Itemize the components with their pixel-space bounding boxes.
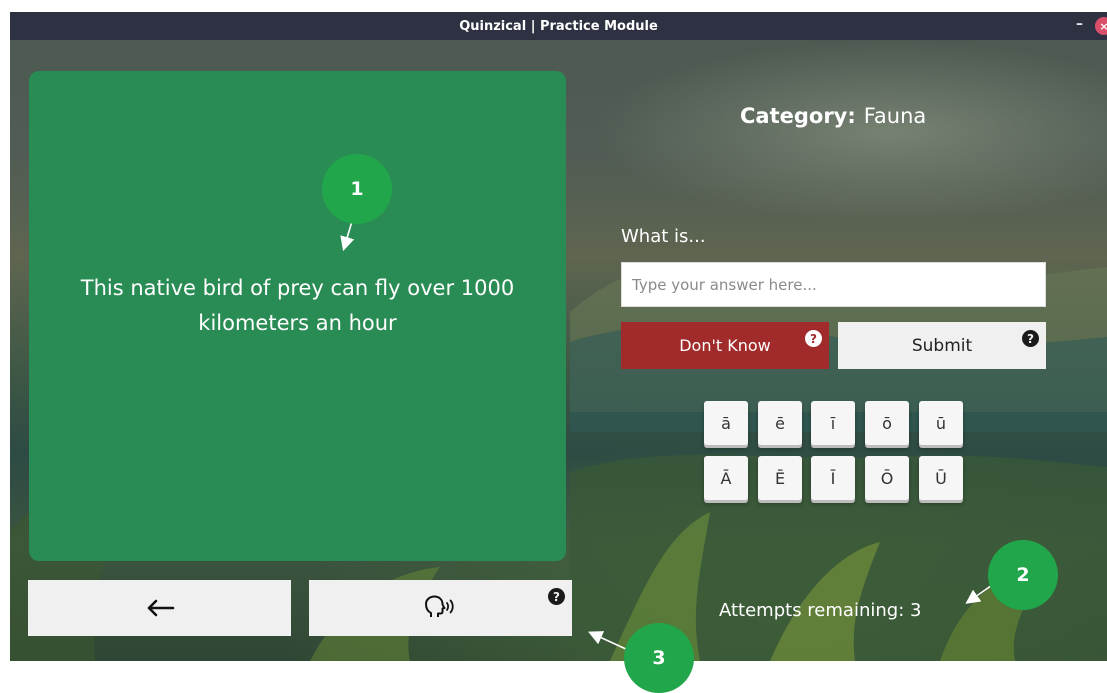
macron-key-i[interactable]: ī <box>811 401 855 445</box>
macron-key-upper-i[interactable]: Ī <box>811 456 855 500</box>
category-value: Fauna <box>863 104 927 128</box>
macron-key-o[interactable]: ō <box>865 401 909 445</box>
submit-help-icon[interactable]: ? <box>1022 330 1039 347</box>
category-display: Category: Fauna <box>630 104 1107 128</box>
app-window: Quinzical | Practice Module – × This nat… <box>10 12 1107 661</box>
question-text: This native bird of prey can fly over 10… <box>80 276 515 335</box>
dont-know-label: Don't Know <box>679 336 771 355</box>
left-arrow-icon <box>147 599 174 617</box>
back-button[interactable] <box>28 580 291 636</box>
submit-label: Submit <box>911 335 973 356</box>
dont-know-help-icon[interactable]: ? <box>805 330 822 347</box>
close-button[interactable]: × <box>1095 17 1107 35</box>
macron-key-a[interactable]: ā <box>704 401 748 445</box>
macron-key-u[interactable]: ū <box>919 401 963 445</box>
window-title: Quinzical | Practice Module <box>459 18 658 34</box>
minimize-button[interactable]: – <box>1076 16 1083 32</box>
replay-audio-button[interactable] <box>309 580 572 636</box>
macron-key-upper-a[interactable]: Ā <box>704 456 748 500</box>
macron-key-upper-u[interactable]: Ū <box>919 456 963 500</box>
dont-know-button[interactable]: Don't Know <box>621 322 829 369</box>
macron-key-upper-e[interactable]: Ē <box>758 456 802 500</box>
annotation-badge-1: 1 <box>322 154 392 224</box>
answer-input[interactable] <box>621 262 1046 307</box>
macron-key-e[interactable]: ē <box>758 401 802 445</box>
attempts-remaining: Attempts remaining: 3 <box>719 600 922 621</box>
annotation-badge-3: 3 <box>624 623 694 693</box>
speaking-head-icon <box>424 595 454 617</box>
answer-prompt: What is... <box>621 226 706 247</box>
question-card: This native bird of prey can fly over 10… <box>29 71 566 561</box>
annotation-badge-2: 2 <box>988 540 1058 610</box>
replay-help-icon[interactable]: ? <box>548 588 565 605</box>
macron-key-upper-o[interactable]: Ō <box>865 456 909 500</box>
title-bar: Quinzical | Practice Module – × <box>10 12 1107 40</box>
category-label: Category: <box>740 104 856 128</box>
submit-button[interactable]: Submit <box>838 322 1046 369</box>
